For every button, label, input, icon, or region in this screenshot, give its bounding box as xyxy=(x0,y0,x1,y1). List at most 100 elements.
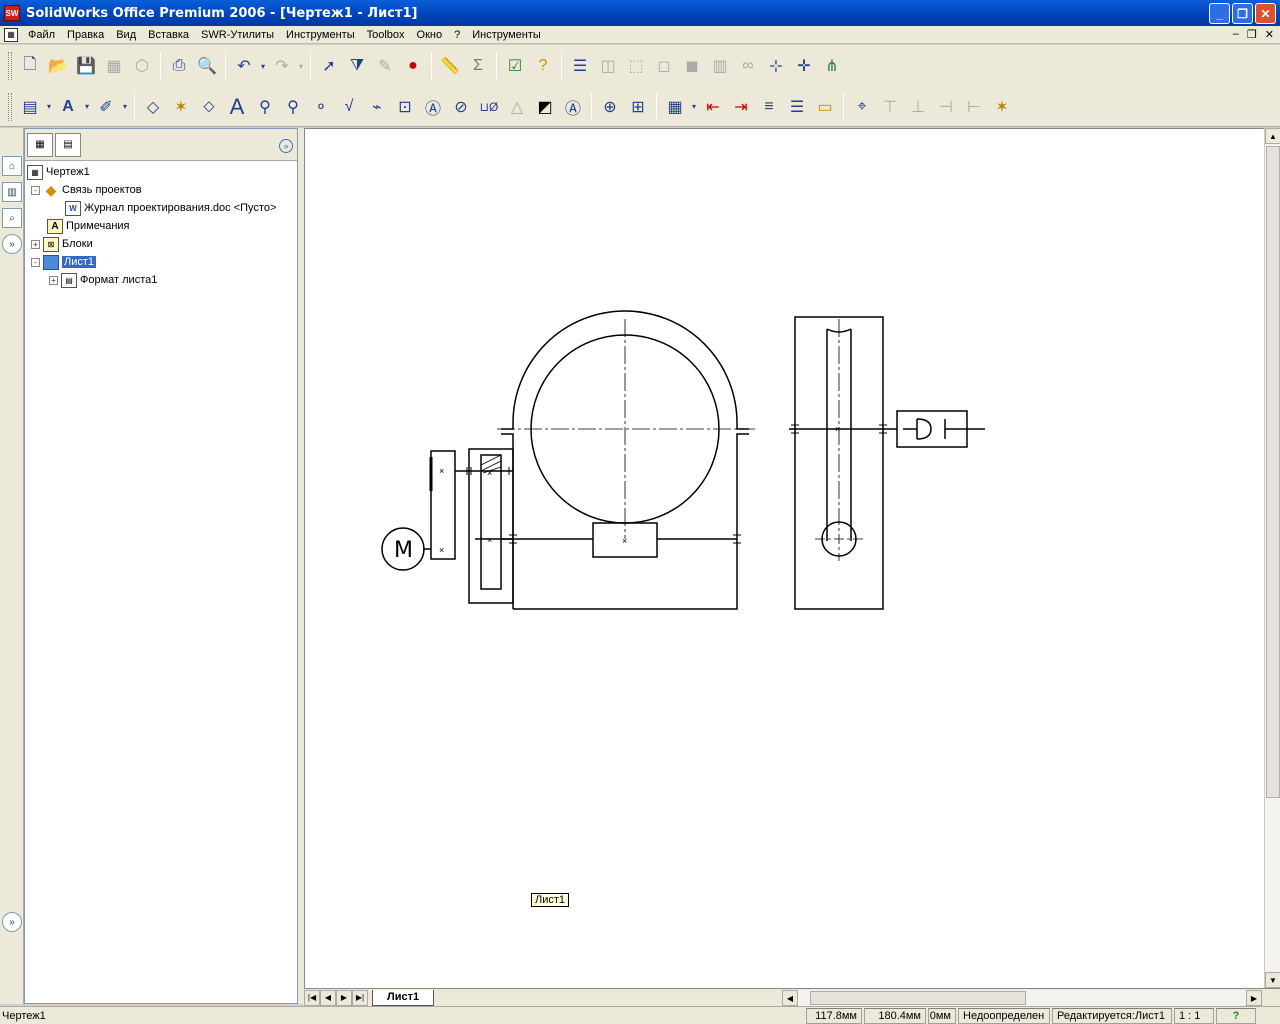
cosmetic-thread-icon[interactable]: △ xyxy=(503,92,531,122)
status-help-icon[interactable]: ? xyxy=(1216,1007,1256,1024)
snap-icon[interactable]: ⌖ xyxy=(848,92,876,122)
datum-feature-icon[interactable]: Ⓐ xyxy=(419,92,447,122)
home-icon[interactable]: ⌂ xyxy=(2,156,22,176)
redo-dropdown-icon[interactable]: ▾ xyxy=(296,51,306,81)
menu-tools[interactable]: Инструменты xyxy=(280,29,361,41)
text-style-icon[interactable]: A xyxy=(54,92,82,122)
scroll-left-icon[interactable]: ◀ xyxy=(782,990,798,1006)
menu-toolbox[interactable]: Toolbox xyxy=(361,29,411,41)
model-items-icon[interactable]: ✶ xyxy=(167,92,195,122)
centerline-icon[interactable]: ⊞ xyxy=(624,92,652,122)
new-document-icon[interactable]: 🗋 xyxy=(16,51,44,81)
glasses-icon[interactable]: ∞ xyxy=(734,51,762,81)
vertical-scroll-thumb[interactable] xyxy=(1266,146,1280,798)
sum-icon[interactable]: Σ xyxy=(464,51,492,81)
shaded-icon[interactable]: ◼ xyxy=(678,51,706,81)
collapse-panel-icon[interactable]: » xyxy=(279,139,293,153)
section-view-icon[interactable]: ▥ xyxy=(706,51,734,81)
mdi-minimize-button[interactable]: – xyxy=(1233,28,1239,41)
tree-node-blocks[interactable]: + ⊠ Блоки xyxy=(25,235,295,253)
menu-help[interactable]: ? xyxy=(448,29,466,41)
tree-node-sheet1[interactable]: - Лист1 xyxy=(25,253,295,271)
align-right-icon[interactable]: ⊢ xyxy=(960,92,988,122)
vertical-scrollbar[interactable]: ▲ ▼ xyxy=(1264,128,1280,988)
open-folder-icon[interactable]: 📂 xyxy=(44,51,72,81)
datum-target-icon[interactable]: ⊘ xyxy=(447,92,475,122)
redo-icon[interactable]: ↷ xyxy=(268,51,296,81)
save-icon[interactable]: 💾 xyxy=(72,51,100,81)
tree-node-design-journal[interactable]: W Журнал проектирования.doc <Пусто> xyxy=(25,199,295,217)
layout-view-icon[interactable]: ▤ xyxy=(16,92,44,122)
horizontal-scrollbar[interactable]: ◀ ▶ xyxy=(782,990,1262,1006)
toolbar-grip[interactable] xyxy=(8,92,12,121)
display-glasses-icon[interactable]: ⊹ xyxy=(762,51,790,81)
mdi-restore-button[interactable]: ❐ xyxy=(1247,28,1257,41)
drawing-canvas[interactable]: × × × × × M × Лист1 xyxy=(304,128,1264,988)
horizontal-scroll-thumb[interactable] xyxy=(810,991,1026,1005)
weld-symbol-icon[interactable]: ⌁ xyxy=(363,92,391,122)
surface-finish-icon[interactable]: √ xyxy=(335,92,363,122)
scroll-up-icon[interactable]: ▲ xyxy=(1265,128,1280,144)
undo-dropdown-icon[interactable]: ▾ xyxy=(258,51,268,81)
center-mark-icon[interactable]: ⊕ xyxy=(596,92,624,122)
expand-toggle[interactable]: + xyxy=(49,275,58,285)
table-icon[interactable]: ▦ xyxy=(661,92,689,122)
tree-node-annotations[interactable]: A Примечания xyxy=(25,217,295,235)
selection-filter-icon[interactable]: ⧩ xyxy=(343,51,371,81)
sheet-tab-active[interactable]: Лист1 xyxy=(372,989,435,1006)
property-manager-tab[interactable]: ▤ xyxy=(55,132,81,157)
balloon-icon[interactable]: ⚲ xyxy=(251,92,279,122)
menu-tools-2[interactable]: Инструменты xyxy=(466,29,547,41)
file-explorer-icon[interactable]: ⌕ xyxy=(2,208,22,228)
scroll-right-icon[interactable]: ▶ xyxy=(1246,990,1262,1006)
line-style-thick-icon[interactable]: ☰ xyxy=(783,92,811,122)
undo-icon[interactable]: ↶ xyxy=(230,51,258,81)
block-icon[interactable]: Ⓐ xyxy=(559,92,587,122)
toolbar-grip[interactable] xyxy=(8,52,12,80)
last-sheet-icon[interactable]: ▶| xyxy=(352,989,368,1006)
collapse-toggle[interactable]: - xyxy=(31,257,40,267)
print-preview-icon[interactable]: 🔍 xyxy=(193,51,221,81)
menu-view[interactable]: Вид xyxy=(110,29,142,41)
tree-node-sheet-format[interactable]: + ▤ Формат листа1 xyxy=(25,271,295,289)
axis-display-icon[interactable]: ⋔ xyxy=(818,51,846,81)
line-style-dropdown-icon[interactable]: ▾ xyxy=(120,92,130,122)
line-style-icon[interactable]: ✐ xyxy=(92,92,120,122)
traffic-light-icon[interactable]: ● xyxy=(399,51,427,81)
line-thickness-icon[interactable]: ≡ xyxy=(755,92,783,122)
note-icon[interactable]: A xyxy=(223,92,251,122)
expand-bottom-icon[interactable]: » xyxy=(2,912,22,932)
wireframe-icon[interactable]: ⬚ xyxy=(622,51,650,81)
make-drawing-icon[interactable]: ▦ xyxy=(100,51,128,81)
align-left-icon[interactable]: ⊣ xyxy=(932,92,960,122)
collapse-toggle[interactable]: - xyxy=(31,185,40,195)
magic-wand-icon[interactable]: ✶ xyxy=(988,92,1016,122)
layer-color-icon[interactable]: ▭ xyxy=(811,92,839,122)
feature-tree-tab[interactable]: ▦ xyxy=(27,132,53,157)
text-style-dropdown-icon[interactable]: ▾ xyxy=(82,92,92,122)
select-arrow-icon[interactable]: ➚ xyxy=(315,51,343,81)
view-orientation-icon[interactable]: ◫ xyxy=(594,51,622,81)
area-hatch-icon[interactable]: ◩ xyxy=(531,92,559,122)
auto-balloon-icon[interactable]: ⚲ xyxy=(279,92,307,122)
first-sheet-icon[interactable]: |◀ xyxy=(304,989,320,1006)
help-icon[interactable]: ? xyxy=(529,51,557,81)
design-library-icon[interactable]: ▥ xyxy=(2,182,22,202)
mdi-close-button[interactable]: ✕ xyxy=(1265,28,1274,41)
autodimension-icon[interactable]: ⬦ xyxy=(195,92,223,122)
restore-button[interactable]: ❐ xyxy=(1232,3,1253,24)
tree-node-design-binder[interactable]: - ◆ Связь проектов xyxy=(25,181,295,199)
prev-sheet-icon[interactable]: ◀ xyxy=(320,989,336,1006)
menu-swr-utils[interactable]: SWR-Утилиты xyxy=(195,29,280,41)
align-bottom-icon[interactable]: ⊥ xyxy=(904,92,932,122)
tree-node-drawing[interactable]: ▦ Чертеж1 xyxy=(25,163,295,181)
origin-axes-icon[interactable]: ✛ xyxy=(790,51,818,81)
layout-dropdown-icon[interactable]: ▾ xyxy=(44,92,54,122)
menu-file[interactable]: Файл xyxy=(22,29,61,41)
checklist-icon[interactable]: ☑ xyxy=(501,51,529,81)
dimension-right-icon[interactable]: ⇥ xyxy=(727,92,755,122)
layers-icon[interactable]: ☰ xyxy=(566,51,594,81)
print-icon[interactable]: ⎙ xyxy=(165,51,193,81)
menu-edit[interactable]: Правка xyxy=(61,29,110,41)
table-dropdown-icon[interactable]: ▾ xyxy=(689,92,699,122)
